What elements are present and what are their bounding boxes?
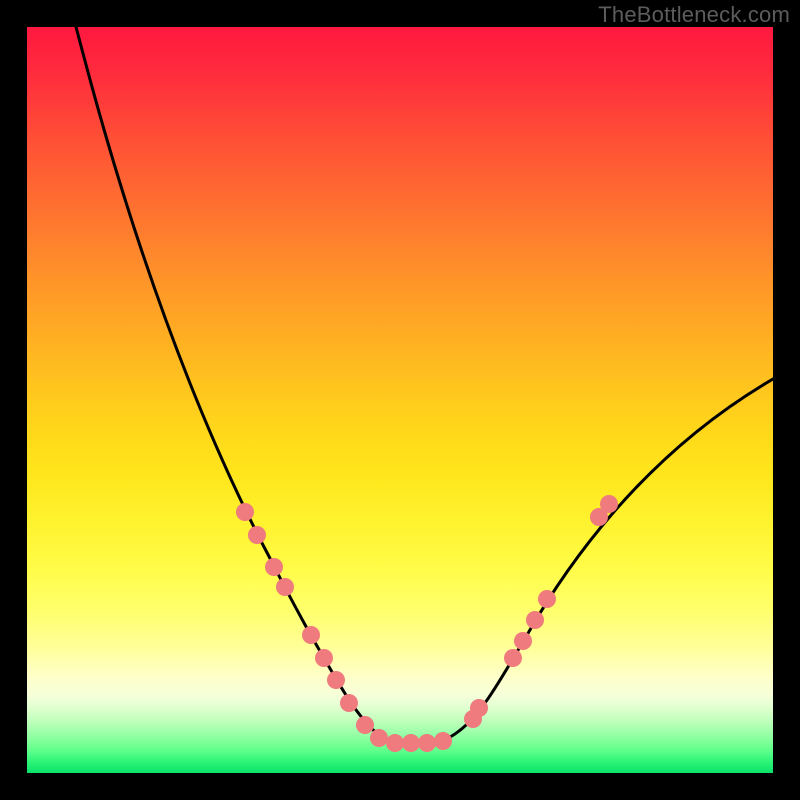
- data-marker: [418, 734, 436, 752]
- data-marker: [514, 632, 532, 650]
- data-marker: [526, 611, 544, 629]
- chart-svg: [27, 27, 773, 773]
- bottleneck-curve: [76, 27, 773, 743]
- data-marker: [302, 626, 320, 644]
- data-marker: [470, 699, 488, 717]
- data-marker: [356, 716, 374, 734]
- data-marker: [504, 649, 522, 667]
- data-marker: [600, 495, 618, 513]
- chart-area: [27, 27, 773, 773]
- data-marker: [538, 590, 556, 608]
- data-marker: [386, 734, 404, 752]
- data-markers: [236, 495, 618, 752]
- data-marker: [265, 558, 283, 576]
- data-marker: [315, 649, 333, 667]
- watermark-text: TheBottleneck.com: [598, 2, 790, 28]
- data-marker: [434, 732, 452, 750]
- data-marker: [236, 503, 254, 521]
- data-marker: [327, 671, 345, 689]
- data-marker: [402, 734, 420, 752]
- data-marker: [370, 729, 388, 747]
- data-marker: [340, 694, 358, 712]
- data-marker: [276, 578, 294, 596]
- data-marker: [248, 526, 266, 544]
